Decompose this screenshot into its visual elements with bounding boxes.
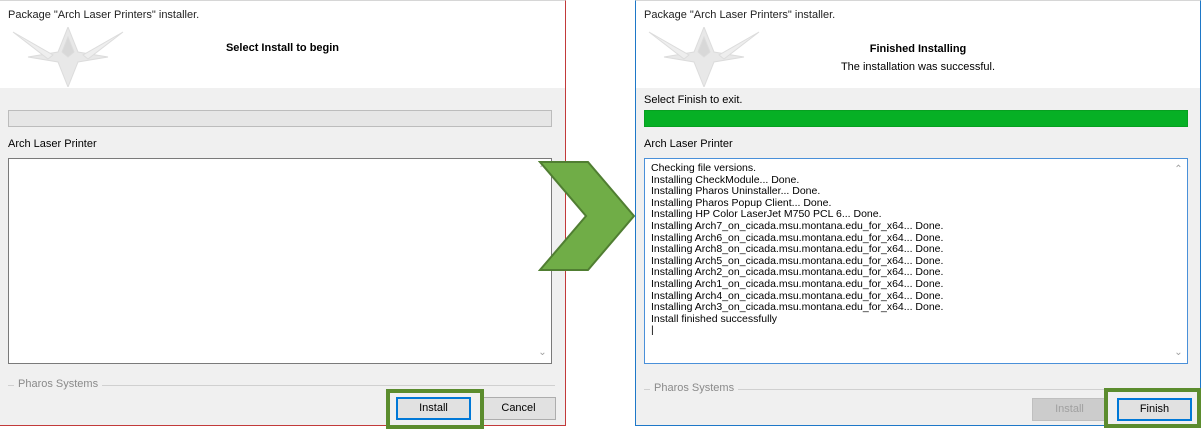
log-textbox[interactable]: ⌃ ⌄	[8, 158, 552, 364]
progress-bar	[8, 110, 552, 127]
group-label: Arch Laser Printer	[644, 138, 733, 150]
banner-heading: Finished Installing	[869, 43, 967, 55]
group-label: Arch Laser Printer	[8, 138, 97, 150]
log-text: Checking file versions. Installing Check…	[651, 162, 944, 337]
finish-button-highlight	[1104, 388, 1201, 428]
banner-heading: Select Install to begin	[225, 42, 340, 54]
installer-window-after: Package "Arch Laser Printers" installer.…	[635, 0, 1201, 426]
banner-subheading: The installation was successful.	[840, 61, 996, 73]
cancel-button[interactable]: Cancel	[481, 397, 556, 420]
banner: Finished Installing The installation was…	[636, 27, 1200, 87]
chevron-right-arrow-icon	[538, 161, 636, 271]
compass-star-graphic	[648, 27, 760, 87]
window-title: Package "Arch Laser Printers" installer.	[8, 9, 200, 21]
footer-label: Pharos Systems	[650, 382, 739, 394]
content-panel: Arch Laser Printer ⌃ ⌄ Pharos Systems In…	[0, 88, 565, 425]
installer-window-before: Package "Arch Laser Printers" installer.…	[0, 0, 566, 426]
log-scrollbar[interactable]: ⌃ ⌄	[1170, 159, 1187, 363]
instruction-text: Select Finish to exit.	[644, 94, 743, 106]
scroll-down-icon[interactable]: ⌄	[534, 344, 551, 361]
progress-fill	[645, 111, 1187, 126]
install-button: Install	[1032, 398, 1107, 421]
scroll-down-icon[interactable]: ⌄	[1170, 344, 1187, 361]
compass-star-graphic	[12, 27, 124, 87]
content-panel: Select Finish to exit. Arch Laser Printe…	[636, 88, 1200, 425]
banner: Select Install to begin	[0, 27, 565, 87]
footer-label: Pharos Systems	[14, 378, 103, 390]
progress-bar	[644, 110, 1188, 127]
log-textbox[interactable]: Checking file versions. Installing Check…	[644, 158, 1188, 364]
scroll-up-icon[interactable]: ⌃	[1170, 161, 1187, 178]
install-button-highlight	[386, 389, 484, 429]
window-title: Package "Arch Laser Printers" installer.	[644, 9, 836, 21]
